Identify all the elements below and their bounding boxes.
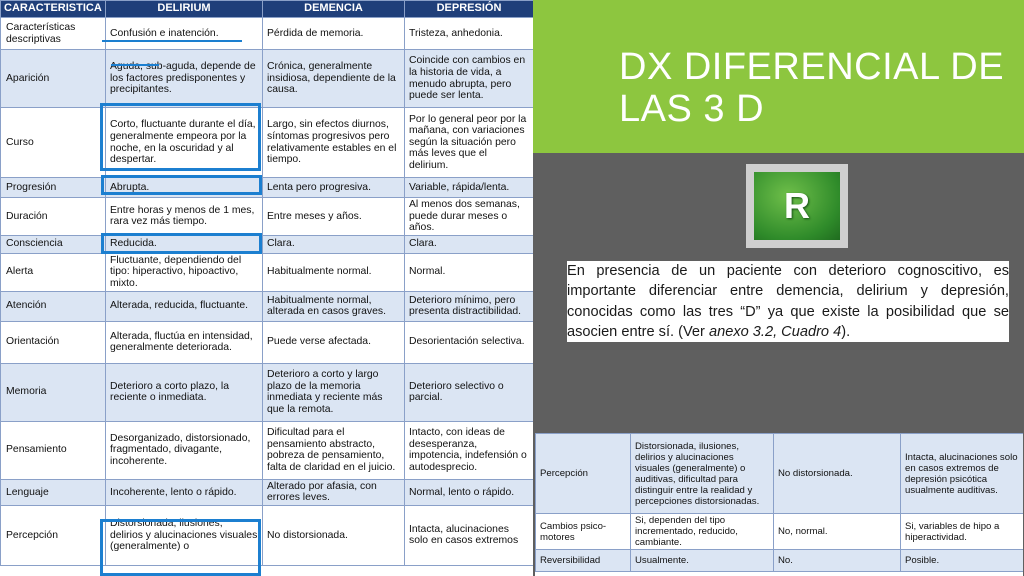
table-cell: Confusión e inatención. bbox=[105, 17, 263, 50]
table-cell: Deterioro mínimo, pero presenta distract… bbox=[404, 290, 533, 322]
table-cell: Entre horas y menos de 1 mes, rara vez m… bbox=[105, 197, 263, 236]
table-cell: Habitualmente normal, alterada en casos … bbox=[262, 290, 405, 322]
table-row: Atención Alterada, reducida, fluctuante. H… bbox=[0, 290, 533, 322]
row-label: Curso bbox=[0, 107, 106, 178]
table-row: Duración Entre horas y menos de 1 mes, ra… bbox=[0, 197, 533, 236]
table-cell: Intacto, con ideas de desesperanza, impo… bbox=[404, 420, 533, 480]
header-caracteristica: CARACTERISTICA bbox=[0, 0, 106, 18]
header-delirium: DELIRIUM bbox=[105, 0, 263, 18]
row-label: Lenguaje bbox=[0, 478, 106, 506]
table-cell: Por lo general peor por la mañana, con v… bbox=[404, 107, 533, 178]
table-cell: Pérdida de memoria. bbox=[262, 17, 405, 50]
row-label: Consciencia bbox=[0, 234, 106, 254]
table-cell: No distorsionada. bbox=[262, 504, 405, 566]
row-label: Memoria bbox=[0, 362, 106, 422]
table-cell: Coincide con cambios en la historia de v… bbox=[404, 49, 533, 108]
comparison-table: CARACTERISTICA DELIRIUM DEMENCIA DEPRESI… bbox=[0, 0, 533, 576]
row-label: Aparición bbox=[0, 49, 106, 108]
slide-title: DX DIFERENCIAL DE LAS 3 D bbox=[619, 46, 1005, 130]
row-label: Progresión bbox=[0, 177, 106, 198]
table-cell: Desorientación selectiva. bbox=[404, 320, 533, 364]
table-cell: Deterioro a corto plazo, la reciente o i… bbox=[105, 362, 263, 422]
table-cell: Lenta pero progresiva. bbox=[262, 177, 405, 198]
row-label: Cambios psico-motores bbox=[535, 513, 631, 550]
table-cell: Aguda, sub-aguda, depende de los factore… bbox=[105, 49, 263, 108]
table-row: Cambios psico-motores Si, dependen del ti… bbox=[535, 513, 1023, 550]
table-cell: Usualmente. bbox=[630, 549, 774, 572]
row-label: Pensamiento bbox=[0, 420, 106, 480]
table-cell: Alterada, reducida, fluctuante. bbox=[105, 290, 263, 322]
logo-badge: R bbox=[754, 172, 840, 240]
row-label: Orientación bbox=[0, 320, 106, 364]
table-row: Progresión Abrupta. Lenta pero progresiva.… bbox=[0, 177, 533, 198]
table-cell: Deterioro selectivo o parcial. bbox=[404, 362, 533, 422]
table-row: Aparición Aguda, sub-aguda, depende de lo… bbox=[0, 49, 533, 108]
table-cell: Distorsionada, ilusiones, delirios y alu… bbox=[105, 504, 263, 566]
table-cell: Posible. bbox=[900, 549, 1023, 572]
row-label: Características descriptivas bbox=[0, 17, 106, 50]
table-row: Orientación Alterada, fluctúa en intensid… bbox=[0, 320, 533, 364]
table-cell: Clara. bbox=[262, 234, 405, 254]
table-cell: Desorganizado, distorsionado, fragmentad… bbox=[105, 420, 263, 480]
continuation-table: Percepción Distorsionada, ilusiones, deli… bbox=[535, 433, 1023, 576]
table-cell: Clara. bbox=[404, 234, 533, 254]
table-cell: Alterada, fluctúa en intensidad, general… bbox=[105, 320, 263, 364]
paragraph-reference: anexo 3.2, Cuadro 4 bbox=[708, 323, 842, 340]
table-cell: Tristeza, anhedonia. bbox=[404, 17, 533, 50]
table-row: Consciencia Reducida. Clara. Clara. bbox=[0, 234, 533, 254]
table-row: Lenguaje Incoherente, lento o rápido. Alte… bbox=[0, 478, 533, 506]
row-label: Duración bbox=[0, 197, 106, 236]
table-cell: Largo, sin efectos diurnos, síntomas pro… bbox=[262, 107, 405, 178]
table-row: Características descriptivas Confusión e … bbox=[0, 17, 533, 50]
logo: R bbox=[746, 164, 848, 248]
table-cell: No. bbox=[773, 549, 901, 572]
logo-letter: R bbox=[784, 185, 810, 226]
table-cell: No, normal. bbox=[773, 513, 901, 550]
table-cell: Habitualmente normal. bbox=[262, 252, 405, 292]
row-label: Alerta bbox=[0, 252, 106, 292]
table-cell: Variable, rápida/lenta. bbox=[404, 177, 533, 198]
table-cell: No distorsionada. bbox=[773, 433, 901, 514]
header-depresion: DEPRESIÓN bbox=[404, 0, 533, 18]
table-cell: Normal. bbox=[404, 252, 533, 292]
table-cell: Corto, fluctuante durante el día, genera… bbox=[105, 107, 263, 178]
table-row: Percepción Distorsionada, ilusiones, deli… bbox=[535, 433, 1023, 514]
table-cell: Incoherente, lento o rápido. bbox=[105, 478, 263, 506]
table-cell: Entre meses y años. bbox=[262, 197, 405, 236]
table-header-row: CARACTERISTICA DELIRIUM DEMENCIA DEPRESI… bbox=[0, 0, 533, 18]
table-cell: Deterioro a corto y largo plazo de la me… bbox=[262, 362, 405, 422]
header-demencia: DEMENCIA bbox=[262, 0, 405, 18]
table-row: Percepción Distorsionada, ilusiones, deli… bbox=[0, 504, 533, 566]
table-row: Memoria Deterioro a corto plazo, la recie… bbox=[0, 362, 533, 422]
table-row: Curso Corto, fluctuante durante el día, g… bbox=[0, 107, 533, 178]
table-cell: Crónica, generalmente insidiosa, dependi… bbox=[262, 49, 405, 108]
table-cell: Intacta, alucinaciones solo en casos ext… bbox=[404, 504, 533, 566]
table-row: Alerta Fluctuante, dependiendo del tipo: … bbox=[0, 252, 533, 292]
table-row: Reversibilidad Usualmente. No. Posible. bbox=[535, 549, 1023, 572]
paragraph-end: ). bbox=[841, 323, 851, 340]
table-cell: Puede verse afectada. bbox=[262, 320, 405, 364]
table-cell: Si, variables de hipo a hiperactividad. bbox=[900, 513, 1023, 550]
table-cell: Distorsionada, ilusiones, delirios y alu… bbox=[630, 433, 774, 514]
table-cell: Intacta, alucinaciones solo en casos ext… bbox=[900, 433, 1023, 514]
table-cell: Reducida. bbox=[105, 234, 263, 254]
table-cell: Alterado por afasia, con errores leves. bbox=[262, 478, 405, 506]
row-label: Percepción bbox=[535, 433, 631, 514]
body-paragraph: En presencia de un paciente con deterior… bbox=[567, 261, 1009, 343]
table-cell: Dificultad para el pensamiento abstracto… bbox=[262, 420, 405, 480]
table-cell: Abrupta. bbox=[105, 177, 263, 198]
slide: CARACTERISTICA DELIRIUM DEMENCIA DEPRESI… bbox=[0, 0, 1024, 576]
table-cell: Si, dependen del tipo incrementado, redu… bbox=[630, 513, 774, 550]
row-label: Atención bbox=[0, 290, 106, 322]
row-label: Reversibilidad bbox=[535, 549, 631, 572]
table-cell: Fluctuante, dependiendo del tipo: hipera… bbox=[105, 252, 263, 292]
table-cell: Al menos dos semanas, puede durar meses … bbox=[404, 197, 533, 236]
table-cell: Normal, lento o rápido. bbox=[404, 478, 533, 506]
row-label: Percepción bbox=[0, 504, 106, 566]
table-row: Pensamiento Desorganizado, distorsionado,… bbox=[0, 420, 533, 480]
